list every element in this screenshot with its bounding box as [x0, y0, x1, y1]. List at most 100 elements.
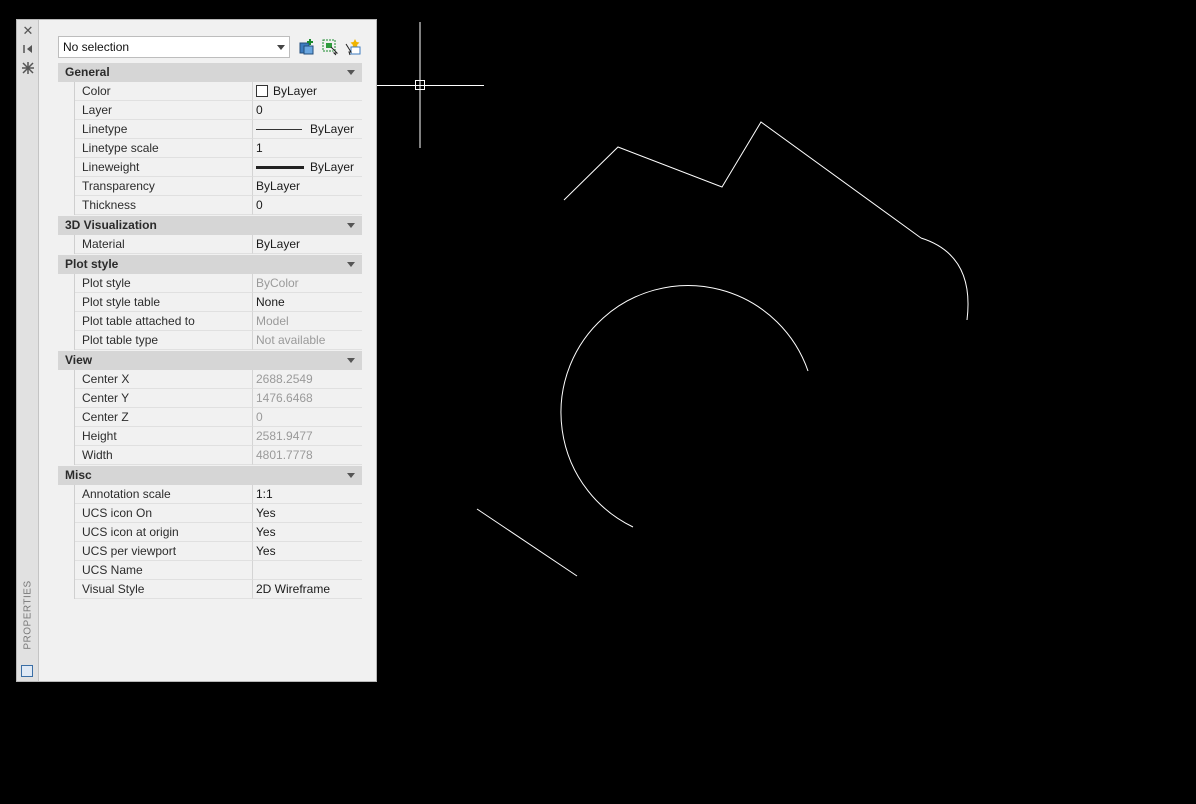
property-name: Lineweight	[75, 158, 253, 177]
property-value-thickness[interactable]: 0	[253, 196, 362, 215]
selection-dropdown[interactable]: No selection	[58, 36, 290, 58]
section-header-general[interactable]: General	[58, 63, 362, 82]
property-value-text: 4801.7778	[256, 448, 313, 462]
property-row-plot-table-attached-to[interactable]: Plot table attached to Model	[58, 312, 362, 331]
chevron-down-icon[interactable]	[347, 358, 355, 363]
palette-title: PROPERTIES	[20, 575, 36, 655]
property-value-ucs-name[interactable]	[253, 561, 362, 580]
chevron-down-icon[interactable]	[347, 223, 355, 228]
property-row-annotation-scale[interactable]: Annotation scale 1:1	[58, 485, 362, 504]
chevron-down-icon[interactable]	[347, 262, 355, 267]
property-name: Plot style table	[75, 293, 253, 312]
property-row-material[interactable]: Material ByLayer	[58, 235, 362, 254]
row-gutter	[58, 523, 75, 542]
property-name: Width	[75, 446, 253, 465]
property-value-text: None	[256, 295, 285, 309]
property-row-plot-table-type[interactable]: Plot table type Not available	[58, 331, 362, 350]
property-row-plot-style-table[interactable]: Plot style table None	[58, 293, 362, 312]
property-row-center-y[interactable]: Center Y 1476.6468	[58, 389, 362, 408]
property-value-material[interactable]: ByLayer	[253, 235, 362, 254]
property-name: Layer	[75, 101, 253, 120]
property-value-layer[interactable]: 0	[253, 101, 362, 120]
property-value-annotation-scale[interactable]: 1:1	[253, 485, 362, 504]
row-gutter	[58, 485, 75, 504]
property-value-width: 4801.7778	[253, 446, 362, 465]
row-gutter	[58, 120, 75, 139]
property-value-lineweight[interactable]: ByLayer	[253, 158, 362, 177]
palette-properties-icon[interactable]	[21, 665, 33, 677]
lineweight-preview-icon	[256, 165, 304, 169]
quick-select-icon[interactable]	[344, 38, 362, 56]
property-name: Center X	[75, 370, 253, 389]
property-row-center-x[interactable]: Center X 2688.2549	[58, 370, 362, 389]
property-name: Linetype scale	[75, 139, 253, 158]
row-gutter	[58, 312, 75, 331]
property-row-visual-style[interactable]: Visual Style 2D Wireframe	[58, 580, 362, 599]
property-value-text: 0	[256, 410, 263, 424]
property-value-ucs-icon-at-origin[interactable]: Yes	[253, 523, 362, 542]
property-value-text: ByColor	[256, 276, 299, 290]
select-objects-icon[interactable]	[321, 38, 339, 56]
row-gutter	[58, 542, 75, 561]
property-row-thickness[interactable]: Thickness 0	[58, 196, 362, 215]
property-value-text: ByLayer	[309, 160, 354, 174]
property-name: Transparency	[75, 177, 253, 196]
property-value-transparency[interactable]: ByLayer	[253, 177, 362, 196]
property-value-visual-style[interactable]: 2D Wireframe	[253, 580, 362, 599]
property-row-lineweight[interactable]: Lineweight ByLayer	[58, 158, 362, 177]
section-header-plot-style[interactable]: Plot style	[58, 255, 362, 274]
property-value-linetype[interactable]: ByLayer	[253, 120, 362, 139]
property-row-ucs-icon-on[interactable]: UCS icon On Yes	[58, 504, 362, 523]
property-row-transparency[interactable]: Transparency ByLayer	[58, 177, 362, 196]
property-value-ucs-icon-on[interactable]: Yes	[253, 504, 362, 523]
row-gutter	[58, 235, 75, 254]
property-row-ucs-icon-at-origin[interactable]: UCS icon at origin Yes	[58, 523, 362, 542]
property-row-linetype[interactable]: Linetype ByLayer	[58, 120, 362, 139]
property-name: Height	[75, 427, 253, 446]
line-geometry[interactable]	[476, 508, 578, 577]
property-row-ucs-name[interactable]: UCS Name	[58, 561, 362, 580]
properties-palette: ✕ PROPERTIES No selection General Color …	[16, 19, 377, 682]
property-value-text: Yes	[256, 525, 276, 539]
property-row-center-z[interactable]: Center Z0	[58, 408, 362, 427]
property-row-color[interactable]: Color ByLayer	[58, 82, 362, 101]
row-gutter	[58, 408, 75, 427]
section-header-view[interactable]: View	[58, 351, 362, 370]
property-name: Annotation scale	[75, 485, 253, 504]
polyline-geometry[interactable]	[563, 121, 922, 239]
crosshair-cursor	[377, 22, 484, 148]
property-row-layer[interactable]: Layer 0	[58, 101, 362, 120]
property-row-linetype-scale[interactable]: Linetype scale 1	[58, 139, 362, 158]
property-value-linetype-scale[interactable]: 1	[253, 139, 362, 158]
property-value-text: 2D Wireframe	[256, 582, 331, 596]
row-gutter	[58, 370, 75, 389]
linetype-preview-icon	[256, 128, 302, 130]
arc-geometry-right[interactable]	[920, 237, 969, 321]
arc-geometry-left[interactable]	[560, 285, 809, 528]
properties-settings-icon[interactable]	[20, 60, 36, 76]
row-gutter	[58, 158, 75, 177]
property-value-text: ByLayer	[273, 84, 318, 98]
chevron-down-icon[interactable]	[347, 473, 355, 478]
property-value-plot-style-table[interactable]: None	[253, 293, 362, 312]
property-value-center-z: 0	[253, 408, 362, 427]
auto-hide-icon[interactable]	[20, 41, 36, 57]
property-value-text: ByLayer	[256, 179, 301, 193]
property-value-center-x: 2688.2549	[253, 370, 362, 389]
property-value-ucs-per-viewport[interactable]: Yes	[253, 542, 362, 561]
property-value-plot-table-attached-to: Model	[253, 312, 362, 331]
toggle-pickadd-icon[interactable]	[298, 38, 316, 56]
property-row-plot-style[interactable]: Plot style ByColor	[58, 274, 362, 293]
close-icon[interactable]: ✕	[20, 23, 36, 39]
property-row-ucs-per-viewport[interactable]: UCS per viewport Yes	[58, 542, 362, 561]
property-value-color[interactable]: ByLayer	[253, 82, 362, 101]
property-value-text: 0	[256, 103, 263, 117]
section-header-misc[interactable]: Misc	[58, 466, 362, 485]
property-row-width[interactable]: Width 4801.7778	[58, 446, 362, 465]
section-title: Plot style	[65, 257, 119, 271]
property-grid: General Color ByLayer Layer 0 Linetype ByLayer…	[58, 62, 362, 599]
section-header-3d-visualization[interactable]: 3D Visualization	[58, 216, 362, 235]
chevron-down-icon[interactable]	[347, 70, 355, 75]
property-row-height[interactable]: Height 2581.9477	[58, 427, 362, 446]
property-name: UCS icon at origin	[75, 523, 253, 542]
